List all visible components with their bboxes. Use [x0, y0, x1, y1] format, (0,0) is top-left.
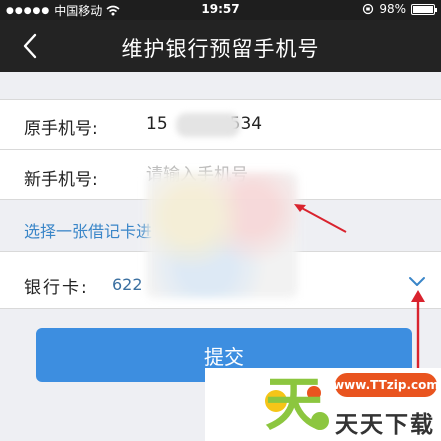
- battery-fill: [413, 5, 433, 13]
- watermark-logo: 天 www.TTzip.com 天天下载: [205, 368, 441, 441]
- bank-card-value: 622: [112, 275, 143, 294]
- new-phone-label: 新手机号:: [24, 170, 98, 190]
- nav-bar: 维护银行预留手机号: [0, 20, 441, 72]
- watermark-site: www.TTzip.com: [333, 373, 439, 397]
- old-phone-prefix: 15: [146, 114, 168, 134]
- old-phone-label: 原手机号:: [24, 119, 98, 139]
- watermark-name: 天天下载: [335, 412, 435, 438]
- status-bar: ●●●●● 中国移动 19:57 98%: [0, 0, 441, 20]
- orientation-lock-icon: [363, 3, 374, 15]
- annotation-arrow-icon: [294, 204, 347, 233]
- blurred-overlay: [146, 172, 298, 298]
- battery-percent: 98%: [379, 2, 406, 16]
- section-gap: [0, 72, 441, 99]
- watermark-char: 天: [265, 370, 324, 438]
- bank-card-label: 银行卡:: [24, 278, 89, 298]
- privacy-blur: [176, 113, 240, 137]
- select-debit-card-link[interactable]: 选择一张借记卡进: [24, 218, 152, 242]
- page-title: 维护银行预留手机号: [121, 37, 320, 61]
- battery-icon: [411, 3, 437, 15]
- status-right: 98%: [362, 2, 437, 16]
